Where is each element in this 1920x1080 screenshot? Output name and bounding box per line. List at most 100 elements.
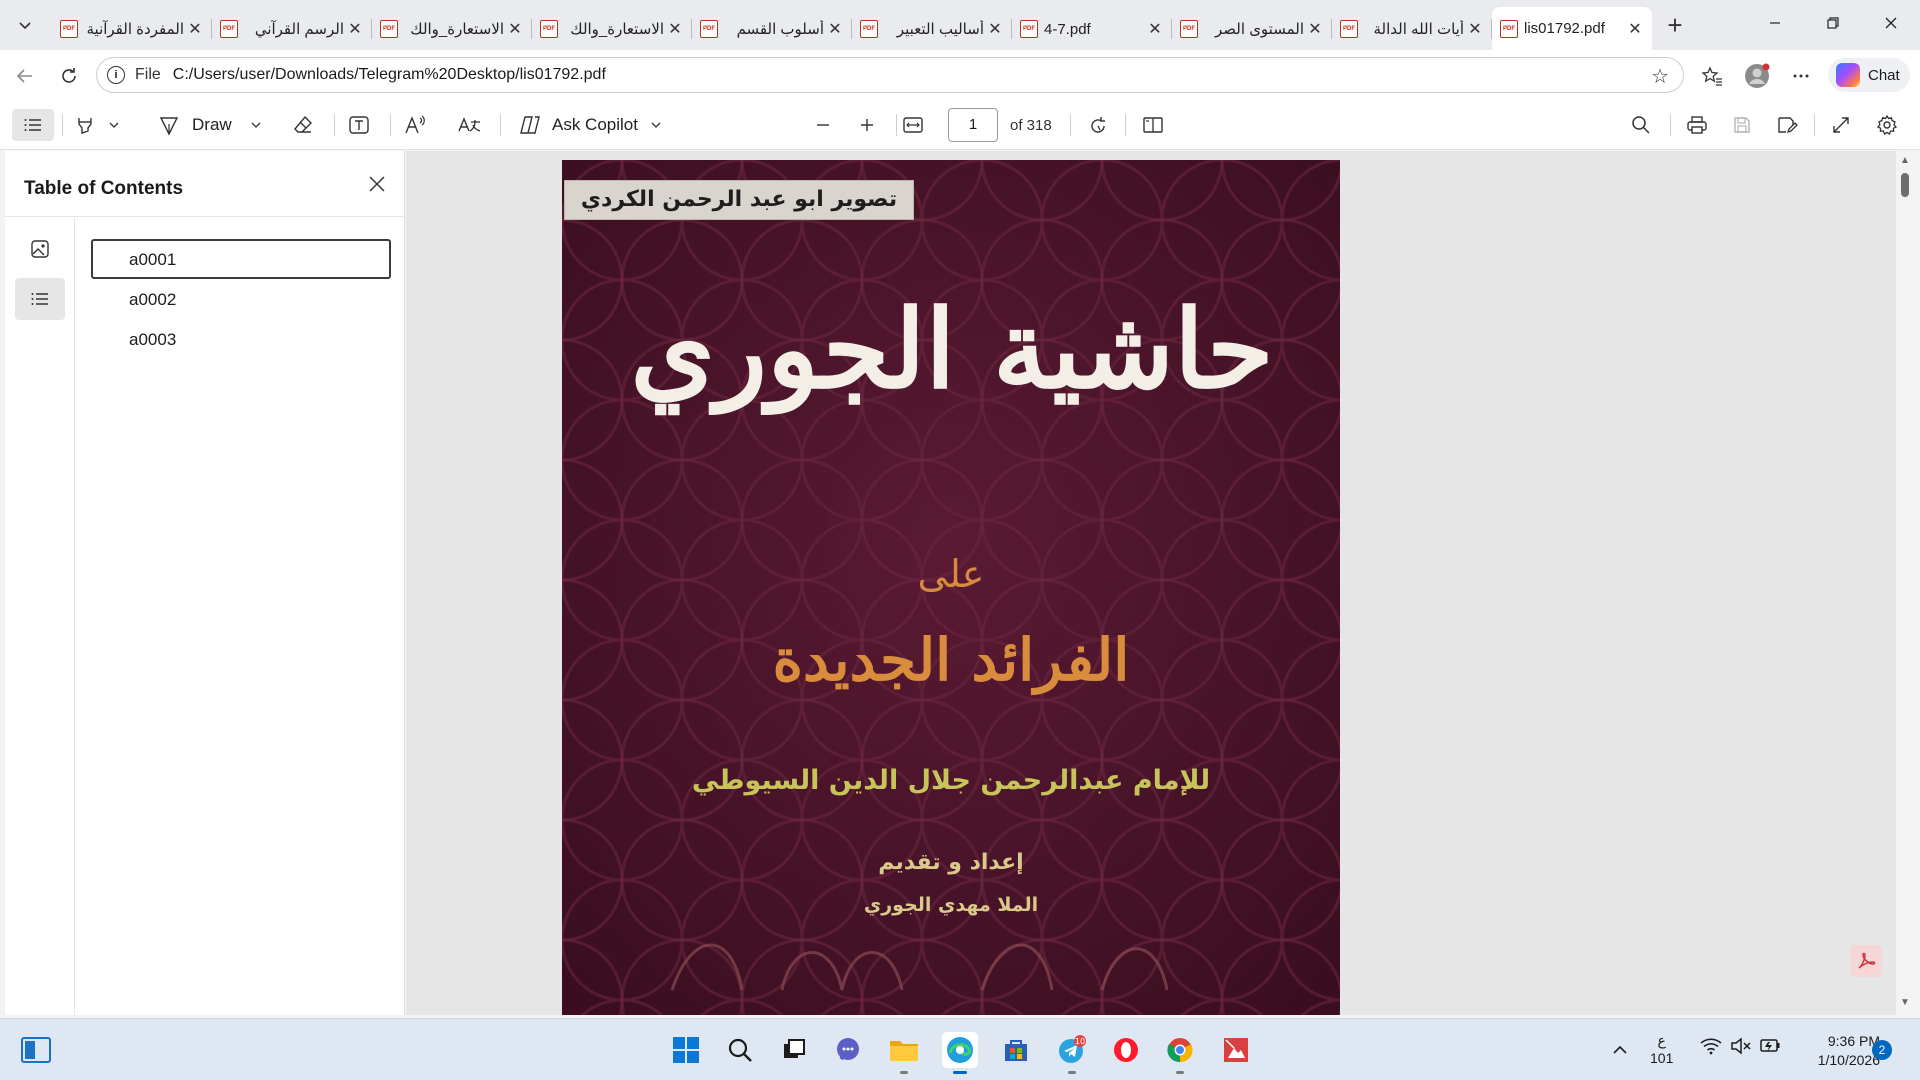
browser-tab[interactable]: PDF أسلوب القسم ✕ <box>692 11 852 47</box>
ask-copilot-button[interactable]: Ask Copilot <box>518 109 668 141</box>
copilot-chat-button[interactable]: Chat <box>1828 58 1910 92</box>
save-button[interactable] <box>1727 109 1757 141</box>
browser-tab[interactable]: PDF أيات الله الدالة ✕ <box>1332 11 1492 47</box>
browser-tab[interactable]: PDF الاستعارة_والك ✕ <box>532 11 692 47</box>
vertical-scrollbar[interactable]: ▲ ▼ <box>1896 151 1914 1015</box>
opera-app[interactable] <box>1108 1032 1144 1068</box>
address-input[interactable]: i File C:/Users/user/Downloads/Telegram%… <box>96 57 1684 93</box>
tab-close-icon[interactable]: ✕ <box>506 19 524 39</box>
text-box-icon <box>349 116 369 134</box>
show-hidden-icons-button[interactable] <box>1602 1032 1638 1068</box>
highlight-button[interactable] <box>74 109 130 141</box>
info-icon[interactable]: i <box>107 66 125 84</box>
fit-width-button[interactable] <box>898 109 928 141</box>
chevron-down-icon[interactable] <box>108 119 120 131</box>
page-number-input[interactable]: 1 <box>948 108 998 142</box>
toc-list-button[interactable] <box>15 278 65 320</box>
arrow-left-icon <box>16 69 32 83</box>
more-menu-button[interactable] <box>1784 60 1818 92</box>
tab-close-icon[interactable]: ✕ <box>666 19 684 39</box>
folder-icon <box>890 1041 918 1061</box>
minimize-button[interactable] <box>1752 8 1798 38</box>
wifi-icon[interactable] <box>1700 1037 1722 1060</box>
print-button[interactable] <box>1682 109 1712 141</box>
page-thumbnails-button[interactable] <box>15 228 65 270</box>
chevron-down-icon[interactable] <box>650 119 662 131</box>
toc-item[interactable]: a0002 <box>91 279 391 319</box>
input-language-indicator[interactable]: ع 101 <box>1650 1031 1673 1067</box>
add-text-button[interactable] <box>348 109 378 141</box>
gear-icon <box>1876 114 1898 135</box>
find-button[interactable] <box>1626 109 1656 141</box>
file-explorer-app[interactable] <box>886 1032 922 1074</box>
page-view-button[interactable] <box>1138 109 1168 141</box>
tab-close-icon[interactable]: ✕ <box>1626 19 1644 39</box>
tab-close-icon[interactable]: ✕ <box>346 19 364 39</box>
scroll-thumb[interactable] <box>1901 173 1909 197</box>
close-window-button[interactable] <box>1868 8 1914 38</box>
erase-button[interactable] <box>292 109 322 141</box>
browser-tab[interactable]: PDF المفردة القرآنية ✕ <box>52 11 212 47</box>
new-tab-button[interactable]: + <box>1660 12 1690 40</box>
browser-tab[interactable]: PDF الاستعارة_والك ✕ <box>372 11 532 47</box>
document-viewer[interactable]: تصوير ابو عبد الرحمن الكردي حاشية الجوري… <box>406 151 1906 1015</box>
zoom-out-button[interactable] <box>808 109 838 141</box>
favorites-button[interactable] <box>1695 60 1729 92</box>
tab-list-button[interactable] <box>8 10 42 40</box>
chevron-down-icon[interactable] <box>250 119 262 131</box>
restore-button[interactable] <box>1810 8 1856 38</box>
tab-close-icon[interactable]: ✕ <box>1146 19 1164 39</box>
task-view-button[interactable] <box>18 1032 54 1068</box>
pdf-reader-app[interactable] <box>1218 1032 1254 1068</box>
chrome-app[interactable] <box>1162 1032 1198 1074</box>
favorites-icon <box>1701 66 1722 86</box>
browser-tab[interactable]: PDF 4-7.pdf ✕ <box>1012 11 1172 47</box>
tab-title: أسلوب القسم <box>736 21 824 38</box>
tab-close-icon[interactable]: ✕ <box>1306 19 1324 39</box>
chat-app[interactable] <box>830 1032 866 1068</box>
toc-item[interactable]: a0003 <box>91 319 391 359</box>
scroll-down-arrow[interactable]: ▼ <box>1900 997 1910 1008</box>
tab-close-icon[interactable]: ✕ <box>1466 19 1484 39</box>
tab-close-icon[interactable]: ✕ <box>986 19 1004 39</box>
browser-tab[interactable]: PDF أساليب التعبير ✕ <box>852 11 1012 47</box>
browser-tab[interactable]: PDF lis01792.pdf ✕ <box>1492 7 1652 50</box>
toc-item[interactable]: a0001 <box>91 239 391 279</box>
notification-badge[interactable]: 2 <box>1872 1040 1892 1060</box>
tab-close-icon[interactable]: ✕ <box>186 19 204 39</box>
volume-muted-icon[interactable] <box>1730 1037 1752 1060</box>
zoom-in-button[interactable] <box>852 109 882 141</box>
expand-icon <box>1833 117 1849 133</box>
more-icon <box>1793 74 1809 78</box>
toc-close-button[interactable] <box>362 169 392 199</box>
favorite-star-icon[interactable]: ☆ <box>1651 64 1669 89</box>
task-view-app[interactable] <box>776 1032 812 1068</box>
pdf-app-icon <box>1224 1038 1248 1062</box>
read-aloud-button[interactable] <box>404 109 434 141</box>
store-app[interactable] <box>998 1032 1034 1068</box>
toc-toggle-button[interactable] <box>12 109 54 141</box>
profile-button[interactable] <box>1740 60 1774 92</box>
refresh-button[interactable] <box>52 60 86 92</box>
fullscreen-button[interactable] <box>1826 109 1856 141</box>
windows-icon <box>673 1037 699 1063</box>
browser-tab[interactable]: PDF المستوى الصر ✕ <box>1172 11 1332 47</box>
edge-app[interactable] <box>942 1032 978 1074</box>
save-as-button[interactable] <box>1772 109 1802 141</box>
telegram-app[interactable]: 10 <box>1054 1032 1090 1074</box>
clock[interactable]: 9:36 PM 1/10/2026 <box>1800 1032 1880 1070</box>
start-button[interactable] <box>668 1032 704 1068</box>
translate-button[interactable] <box>458 109 488 141</box>
back-button[interactable] <box>8 60 42 92</box>
acrobat-button[interactable] <box>1850 945 1882 977</box>
scroll-up-arrow[interactable]: ▲ <box>1900 155 1910 166</box>
settings-button[interactable] <box>1872 109 1902 141</box>
tab-list: PDF المفردة القرآنية ✕ PDF الرسم القرآني ✕ PDF… <box>52 7 1652 50</box>
rotate-button[interactable] <box>1083 109 1113 141</box>
battery-icon[interactable] <box>1758 1037 1782 1060</box>
draw-button[interactable]: Draw <box>158 109 270 141</box>
tab-title: أساليب التعبير <box>896 21 984 38</box>
tab-close-icon[interactable]: ✕ <box>826 19 844 39</box>
search-button[interactable] <box>722 1032 758 1068</box>
browser-tab[interactable]: PDF الرسم القرآني ✕ <box>212 11 372 47</box>
